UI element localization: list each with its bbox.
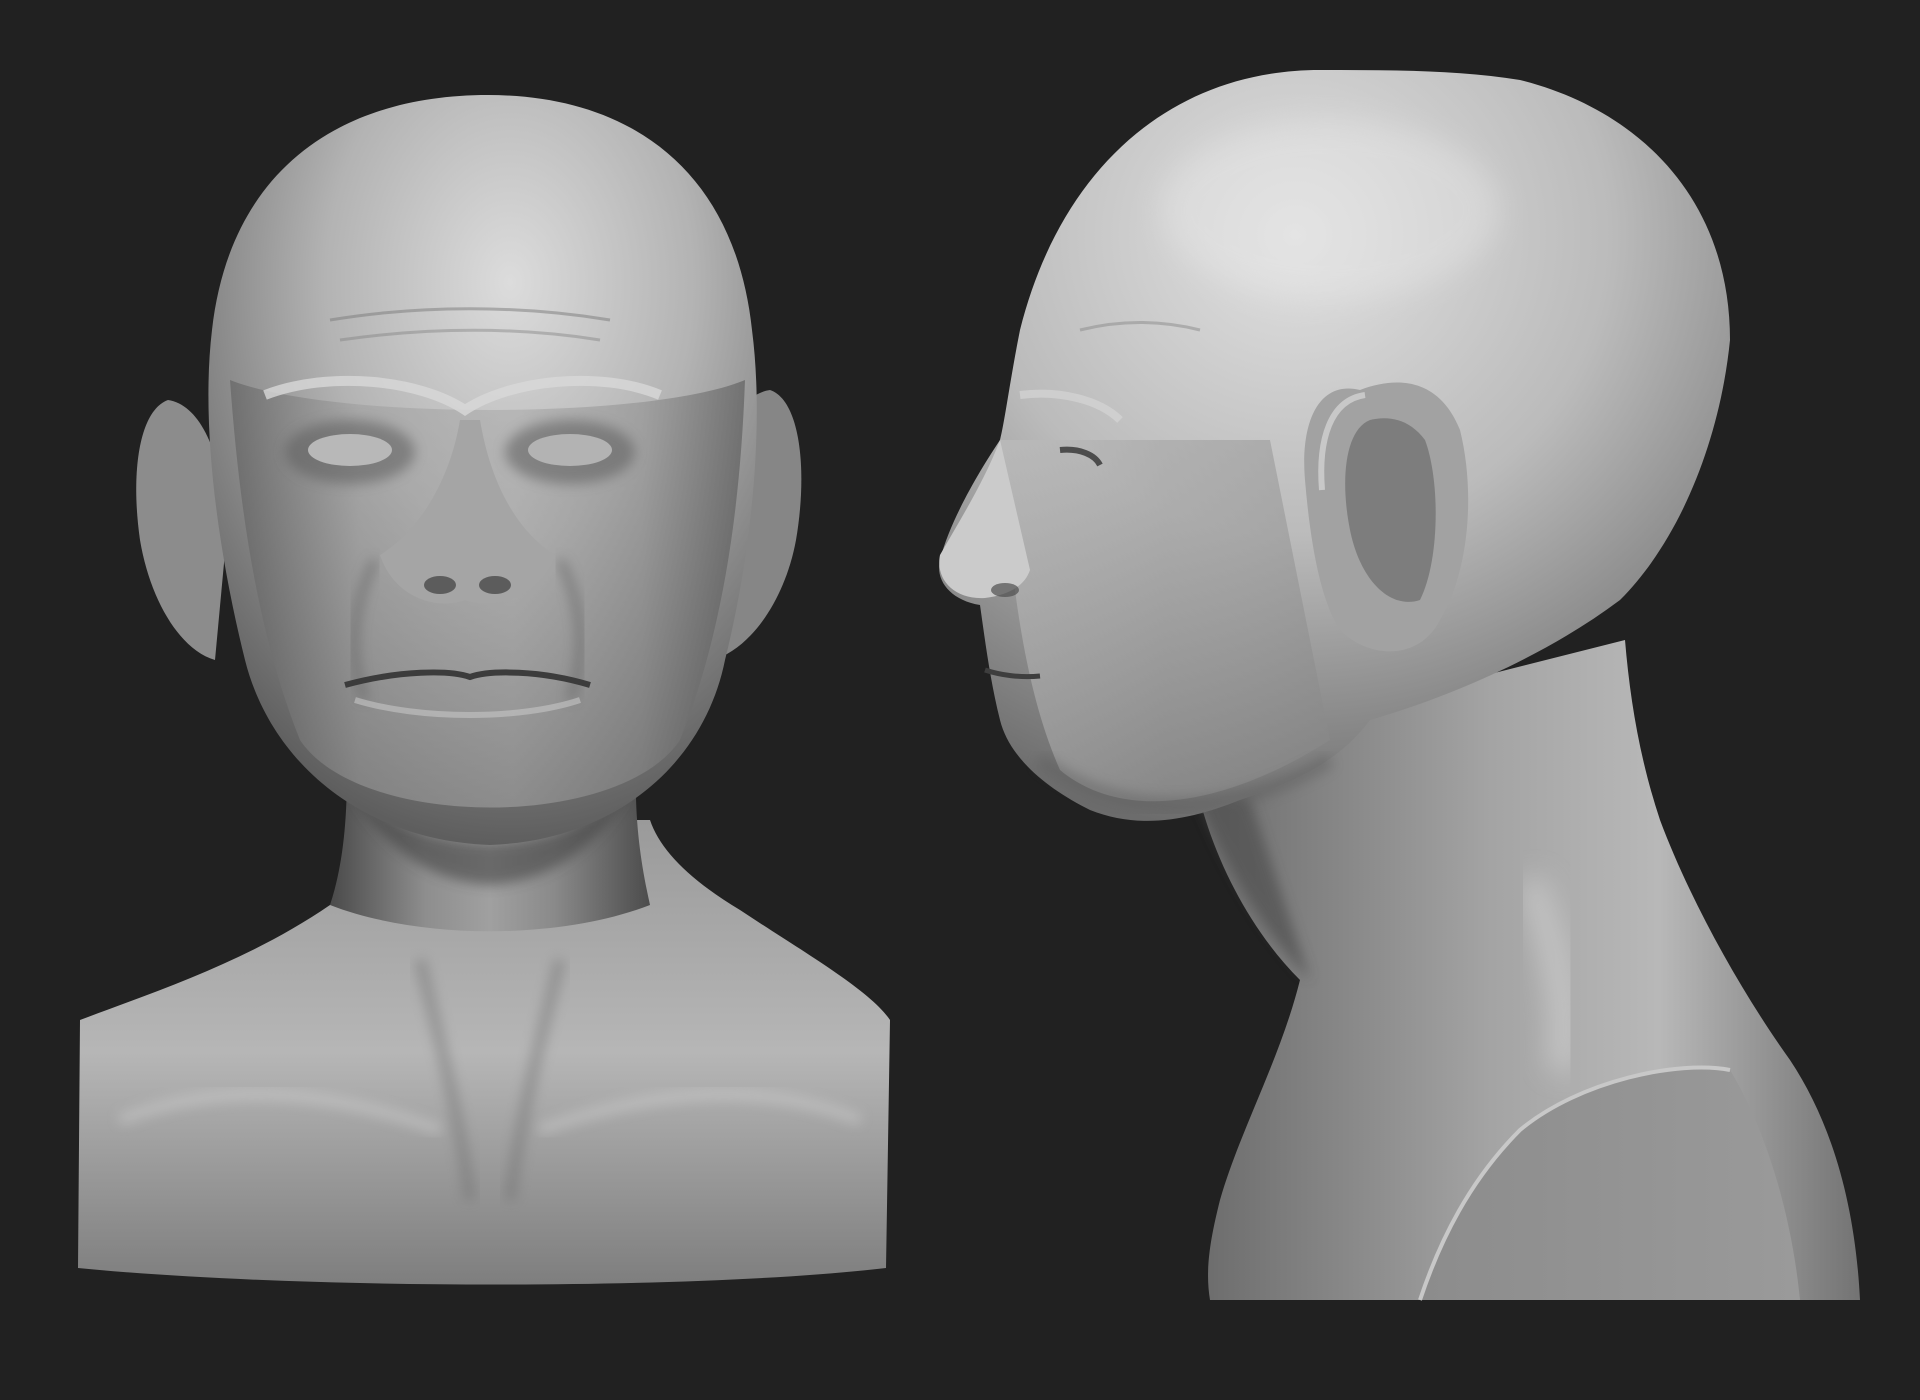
side-nostril <box>991 583 1019 597</box>
right-nostril <box>479 576 511 594</box>
sculpt-render-canvas <box>0 0 1920 1400</box>
left-eye <box>308 434 392 466</box>
sculpt-render <box>0 0 1920 1400</box>
right-eye <box>528 434 612 466</box>
side-skull-highlight <box>1160 120 1500 300</box>
left-nostril <box>424 576 456 594</box>
